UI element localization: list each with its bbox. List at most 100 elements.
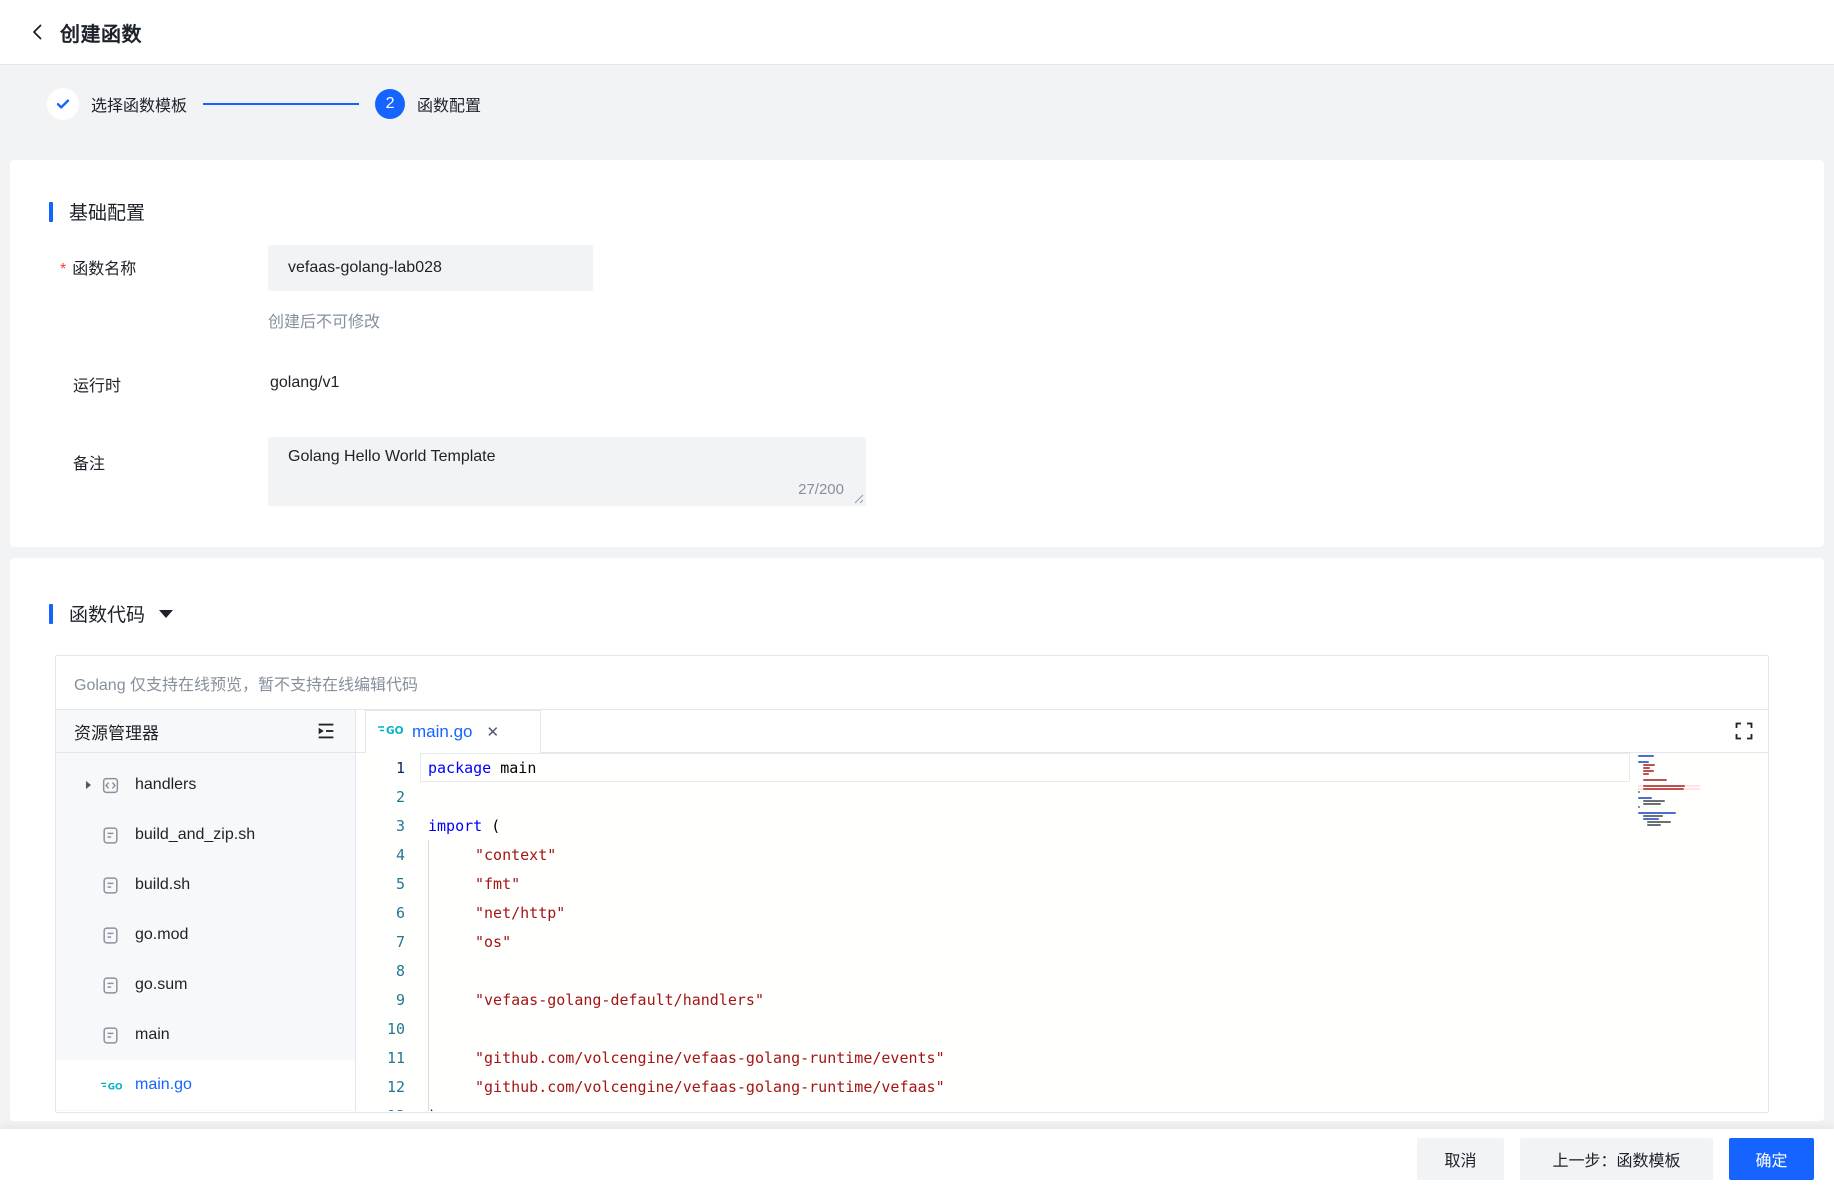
collapse-explorer-icon[interactable] [315,720,337,742]
check-icon [55,96,71,112]
page-header: 创建函数 [0,0,1834,65]
line-number: 3 [356,817,405,835]
line-number: 7 [356,933,405,951]
file-icon [101,976,120,995]
resize-handle-icon[interactable] [853,493,864,504]
code-line-11: 11"github.com/volcengine/vefaas-golang-r… [356,1043,1768,1072]
function-name-label: *函数名称 [60,255,136,279]
file-name: main.go [135,1076,192,1094]
section-accent-bar [49,202,53,222]
line-number: 1 [356,759,405,777]
step1-check-circle [47,88,79,120]
code-line-1: 1package main [356,753,1768,782]
minimap[interactable] [1638,755,1700,827]
line-number: 10 [356,1020,405,1038]
file-icon [101,1026,120,1045]
code-lines: 1package main23import (4"context"5"fmt"6… [356,753,1768,1111]
step1-label: 选择函数模板 [91,92,187,116]
previous-step-button[interactable]: 上一步：函数模板 [1520,1138,1713,1180]
basic-config-title: 基础配置 [69,198,145,225]
runtime-value: golang/v1 [270,374,339,392]
code-line-10: 10 [356,1014,1768,1043]
explorer-header: 资源管理器 [56,710,355,753]
code-editor[interactable]: 1package main23import (4"context"5"fmt"6… [356,753,1768,1111]
file-row-go-mod[interactable]: go.mod [56,910,355,960]
function-name-hint: 创建后不可修改 [268,308,380,332]
stepper-step-2: 2 函数配置 [375,89,481,119]
line-number: 2 [356,788,405,806]
stepper-connector [203,103,359,105]
stepper-step-1[interactable]: 选择函数模板 [47,88,187,120]
code-line-4: 4"context" [356,840,1768,869]
function-code-title: 函数代码 [69,600,145,627]
line-number: 4 [356,846,405,864]
editor-tab-bar: GO main.go ✕ [356,710,1768,753]
svg-text:GO: GO [386,725,404,736]
tab-main-go[interactable]: GO main.go ✕ [365,710,541,753]
code-line-12: 12"github.com/volcengine/vefaas-golang-r… [356,1072,1768,1101]
code-line-5: 5"fmt" [356,869,1768,898]
explorer-title: 资源管理器 [74,719,159,744]
collapse-caret-icon[interactable] [159,610,173,618]
folder-code-icon [101,776,120,795]
line-number: 13 [356,1107,405,1112]
file-row-main[interactable]: main [56,1010,355,1060]
line-number: 9 [356,991,405,1009]
go-file-icon: GO [101,1079,123,1092]
back-button[interactable] [24,18,52,46]
code-panel: Golang 仅支持在线预览，暂不支持在线编辑代码 资源管理器 handlers… [55,655,1769,1113]
cancel-button[interactable]: 取消 [1417,1138,1504,1180]
stepper: 选择函数模板 2 函数配置 [47,65,481,142]
file-name: build.sh [135,876,190,894]
file-name: handlers [135,776,196,794]
basic-config-card: 基础配置 *函数名称 创建后不可修改 运行时 golang/v1 备注 Gola… [10,160,1824,547]
line-number: 6 [356,904,405,922]
code-notice: Golang 仅支持在线预览，暂不支持在线编辑代码 [56,656,1768,710]
footer-action-bar: 取消 上一步：函数模板 确定 [0,1129,1834,1189]
confirm-button[interactable]: 确定 [1729,1138,1814,1180]
remark-label: 备注 [73,450,105,474]
line-number: 12 [356,1078,405,1096]
svg-text:GO: GO [108,1082,123,1092]
remark-textarea[interactable]: Golang Hello World Template [268,437,866,483]
remark-char-counter: 27/200 [798,481,844,498]
remark-field: Golang Hello World Template 27/200 [268,437,866,506]
file-name: build_and_zip.sh [135,826,255,844]
go-file-icon: GO [378,723,404,741]
runtime-label: 运行时 [73,372,121,396]
file-row-build-and-zip-sh[interactable]: build_and_zip.sh [56,810,355,860]
editor-column: GO main.go ✕ 1package main 2 3import (4"co… [356,710,1768,1111]
code-line-13: 13) [356,1101,1768,1111]
file-icon [101,826,120,845]
code-line-8: 8 [356,956,1768,985]
code-line-6: 6"net/http" [356,898,1768,927]
file-row-main-go[interactable]: GO main.go [56,1060,355,1110]
file-icon [101,926,120,945]
tab-label: main.go [412,722,472,742]
fullscreen-icon[interactable] [1734,721,1754,744]
step2-label: 函数配置 [417,92,481,116]
file-name: main [135,1026,170,1044]
code-line-3: 3import ( [356,811,1768,840]
indent-guide [428,840,429,1111]
file-name: go.mod [135,926,188,944]
code-line-9: 9"vefaas-golang-default/handlers" [356,985,1768,1014]
file-name: go.sum [135,976,187,994]
line-number: 8 [356,962,405,980]
page-title: 创建函数 [60,18,142,47]
file-explorer: 资源管理器 handlers build_and_zip.sh build.sh go… [56,710,356,1111]
code-line-2: 2 [356,782,1768,811]
file-list: handlers build_and_zip.sh build.sh go.mod go… [56,753,355,1110]
file-row-handlers[interactable]: handlers [56,760,355,810]
section-accent-bar [49,604,53,624]
file-row-go-sum[interactable]: go.sum [56,960,355,1010]
code-line-7: 7"os" [356,927,1768,956]
file-row-build-sh[interactable]: build.sh [56,860,355,910]
function-name-input[interactable] [268,245,593,291]
close-tab-icon[interactable]: ✕ [486,725,499,740]
line-number: 11 [356,1049,405,1067]
file-icon [101,876,120,895]
function-code-card: 函数代码 Golang 仅支持在线预览，暂不支持在线编辑代码 资源管理器 han… [10,558,1824,1121]
chevron-right-icon [82,779,94,791]
back-arrow-icon [29,23,47,41]
